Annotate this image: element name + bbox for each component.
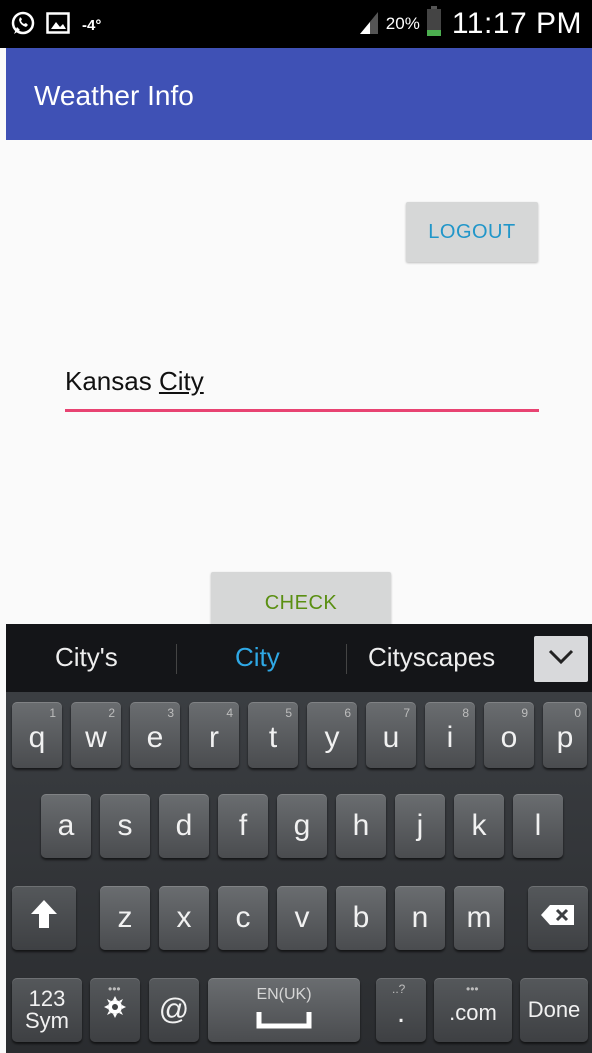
key-m[interactable]: m <box>454 886 504 950</box>
key-z[interactable]: z <box>100 886 150 950</box>
backspace-icon <box>540 901 576 935</box>
key-q[interactable]: 1q <box>12 702 62 768</box>
key-l[interactable]: l <box>513 794 563 858</box>
settings-key[interactable]: ••• <box>90 978 140 1042</box>
city-input-value[interactable]: Kansas City <box>65 366 204 397</box>
key-t[interactable]: 5t <box>248 702 298 768</box>
symbols-key[interactable]: 123 Sym <box>12 978 82 1042</box>
key-s[interactable]: s <box>100 794 150 858</box>
key-b[interactable]: b <box>336 886 386 950</box>
key-u[interactable]: 7u <box>366 702 416 768</box>
gear-icon <box>103 993 127 1027</box>
check-button[interactable]: CHECK <box>211 572 391 628</box>
backspace-key[interactable] <box>528 886 588 950</box>
app-bar: Weather Info <box>6 48 592 140</box>
city-input-prefix: Kansas <box>65 366 159 396</box>
key-i[interactable]: 8i <box>425 702 475 768</box>
key-y[interactable]: 6y <box>307 702 357 768</box>
key-g[interactable]: g <box>277 794 327 858</box>
suggestion-divider <box>176 644 177 674</box>
key-a[interactable]: a <box>41 794 91 858</box>
key-w[interactable]: 2w <box>71 702 121 768</box>
chevron-down-icon <box>548 649 574 670</box>
key-r[interactable]: 4r <box>189 702 239 768</box>
expand-suggestions-button[interactable] <box>534 636 588 682</box>
space-bar-icon <box>256 1004 312 1038</box>
status-left: -4° <box>10 10 101 41</box>
done-key[interactable]: Done <box>520 978 588 1042</box>
input-underline <box>65 409 539 412</box>
key-f[interactable]: f <box>218 794 268 858</box>
status-right: 20% 11:17 PM <box>358 6 582 41</box>
key-x[interactable]: x <box>159 886 209 950</box>
key-c[interactable]: c <box>218 886 268 950</box>
key-period[interactable]: ..? . <box>376 978 426 1042</box>
key-k[interactable]: k <box>454 794 504 858</box>
space-language-label: EN(UK) <box>256 986 312 1003</box>
suggestion-1[interactable]: City's <box>55 642 118 673</box>
main-content: LOGOUT Kansas City CHECK <box>6 140 592 628</box>
logout-button[interactable]: LOGOUT <box>406 202 538 262</box>
temperature-text: -4° <box>82 17 102 34</box>
whatsapp-icon <box>10 10 36 41</box>
space-key[interactable]: EN(UK) <box>208 978 360 1042</box>
app-title: Weather Info <box>34 80 194 111</box>
key-j[interactable]: j <box>395 794 445 858</box>
key-o[interactable]: 9o <box>484 702 534 768</box>
keyboard: 1q 2w 3e 4r 5t 6y 7u 8i 9o 0p a s d f g … <box>6 692 592 1053</box>
key-h[interactable]: h <box>336 794 386 858</box>
shift-key[interactable] <box>12 886 76 950</box>
key-e[interactable]: 3e <box>130 702 180 768</box>
status-bar: -4° 20% 11:17 PM <box>0 0 592 48</box>
battery-percent: 20% <box>385 13 420 33</box>
suggestion-3[interactable]: Cityscapes <box>368 642 495 673</box>
signal-icon <box>358 8 380 39</box>
suggestion-bar: City's City Cityscapes <box>6 624 592 692</box>
dotcom-key[interactable]: ••• .com <box>434 978 512 1042</box>
clock: 11:17 PM <box>451 6 582 40</box>
key-n[interactable]: n <box>395 886 445 950</box>
key-at[interactable]: @ <box>149 978 199 1042</box>
city-input[interactable]: Kansas City <box>65 364 539 414</box>
shift-icon <box>29 898 59 938</box>
key-v[interactable]: v <box>277 886 327 950</box>
key-d[interactable]: d <box>159 794 209 858</box>
image-icon <box>46 12 70 39</box>
suggestion-2[interactable]: City <box>235 642 280 673</box>
battery-icon <box>426 6 442 41</box>
city-input-composing-word: City <box>158 366 204 396</box>
key-p[interactable]: 0p <box>543 702 587 768</box>
suggestion-divider <box>346 644 347 674</box>
